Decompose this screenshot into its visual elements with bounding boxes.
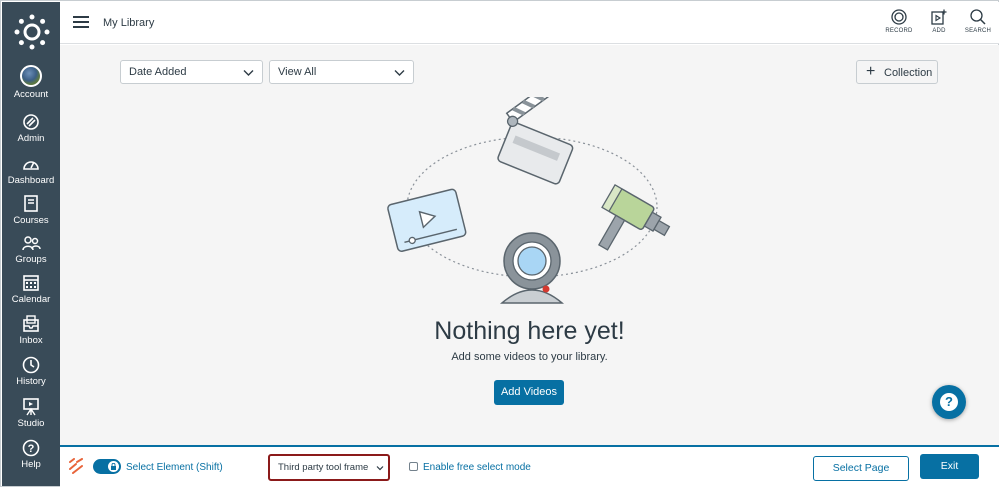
element-select-toolbar: Select Element (Shift) Third party tool …: [60, 445, 999, 487]
nav-item-label: Calendar: [11, 294, 51, 305]
record-label: RECORD: [885, 28, 913, 34]
empty-state-subtitle: Add some videos to your library.: [451, 351, 608, 363]
clapperboard-icon: [497, 97, 574, 185]
empty-state-title: Nothing here yet!: [434, 317, 625, 345]
avatar: [20, 65, 42, 87]
help-floating-button[interactable]: ?: [932, 385, 966, 419]
add-label: ADD: [932, 28, 946, 34]
free-select-label: Enable free select mode: [423, 462, 531, 473]
global-nav: Account Admin Dashboard Courses Groups C…: [2, 2, 60, 486]
chevron-down-icon: [394, 70, 405, 76]
select-element-toggle[interactable]: [93, 459, 121, 474]
nav-item-help[interactable]: ? Help: [2, 439, 60, 477]
svg-text:?: ?: [28, 443, 35, 455]
nav-item-label: Courses: [13, 215, 49, 226]
add-media-icon: [931, 9, 947, 25]
select-element-label: Select Element (Shift): [126, 462, 223, 473]
camcorder-icon: [597, 183, 671, 251]
nav-item-label: Groups: [15, 254, 47, 265]
canvas-logo-icon[interactable]: [14, 14, 50, 50]
free-select-checkbox[interactable]: [409, 462, 418, 471]
nav-item-label: Dashboard: [7, 175, 55, 186]
nav-item-inbox[interactable]: Inbox: [2, 315, 60, 353]
groups-people-icon: [22, 236, 41, 251]
studio-easel-icon: [23, 398, 39, 416]
history-clock-icon: [22, 356, 40, 374]
nav-item-label: Studio: [17, 418, 45, 429]
nav-item-account[interactable]: Account: [2, 65, 60, 103]
view-select[interactable]: View All: [269, 60, 414, 84]
frame-select-value: Third party tool frame: [278, 462, 369, 473]
chevron-down-icon: [376, 466, 384, 471]
page-title: My Library: [103, 17, 155, 29]
chevron-down-icon: [243, 70, 254, 76]
admin-shield-icon: [23, 114, 39, 130]
nav-item-admin[interactable]: Admin: [2, 113, 60, 151]
app-window: Account Admin Dashboard Courses Groups C…: [0, 0, 999, 487]
question-mark-icon: ?: [940, 393, 958, 411]
view-select-value: View All: [278, 66, 317, 78]
library-content: Date Added View All + Collection Nothing…: [60, 45, 999, 445]
plus-icon: +: [866, 63, 876, 80]
video-player-icon: [387, 188, 467, 252]
select-page-button[interactable]: Select Page: [813, 456, 909, 481]
record-button[interactable]: RECORD: [881, 9, 917, 34]
top-header: My Library RECORD ADD SEARCH: [60, 2, 999, 44]
sort-select-value: Date Added: [129, 66, 187, 78]
lock-icon: [111, 463, 116, 470]
nav-item-groups[interactable]: Groups: [2, 234, 60, 272]
empty-library-illustration: [387, 97, 671, 304]
collection-button-label: Collection: [884, 67, 933, 79]
nav-item-studio[interactable]: Studio: [2, 398, 60, 436]
search-icon: [970, 9, 986, 25]
sort-select[interactable]: Date Added: [120, 60, 263, 84]
help-question-icon: ?: [22, 439, 40, 457]
add-collection-button[interactable]: + Collection: [856, 60, 938, 84]
nav-item-label: Help: [21, 459, 41, 470]
search-label: SEARCH: [964, 28, 992, 34]
nav-item-history[interactable]: History: [2, 356, 60, 394]
record-icon: [891, 9, 907, 25]
hamburger-menu-icon[interactable]: [73, 16, 89, 28]
courses-book-icon: [24, 195, 38, 212]
dashboard-gauge-icon: [23, 161, 39, 170]
frame-select[interactable]: Third party tool frame: [268, 454, 390, 481]
nav-item-label: Account: [13, 89, 49, 100]
nav-item-label: Admin: [17, 133, 45, 144]
add-videos-button[interactable]: Add Videos: [494, 380, 564, 405]
search-button[interactable]: SEARCH: [960, 9, 996, 34]
nav-item-label: History: [16, 376, 46, 387]
calendar-icon: [23, 275, 39, 291]
inbox-icon: [23, 315, 39, 332]
nav-item-dashboard[interactable]: Dashboard: [2, 155, 60, 193]
tool-logo-icon: [69, 458, 83, 474]
webcam-icon: [499, 232, 565, 304]
exit-button[interactable]: Exit: [920, 454, 979, 479]
nav-item-calendar[interactable]: Calendar: [2, 274, 60, 312]
nav-item-label: Inbox: [19, 335, 43, 346]
nav-item-courses[interactable]: Courses: [2, 195, 60, 233]
add-button[interactable]: ADD: [921, 9, 957, 34]
